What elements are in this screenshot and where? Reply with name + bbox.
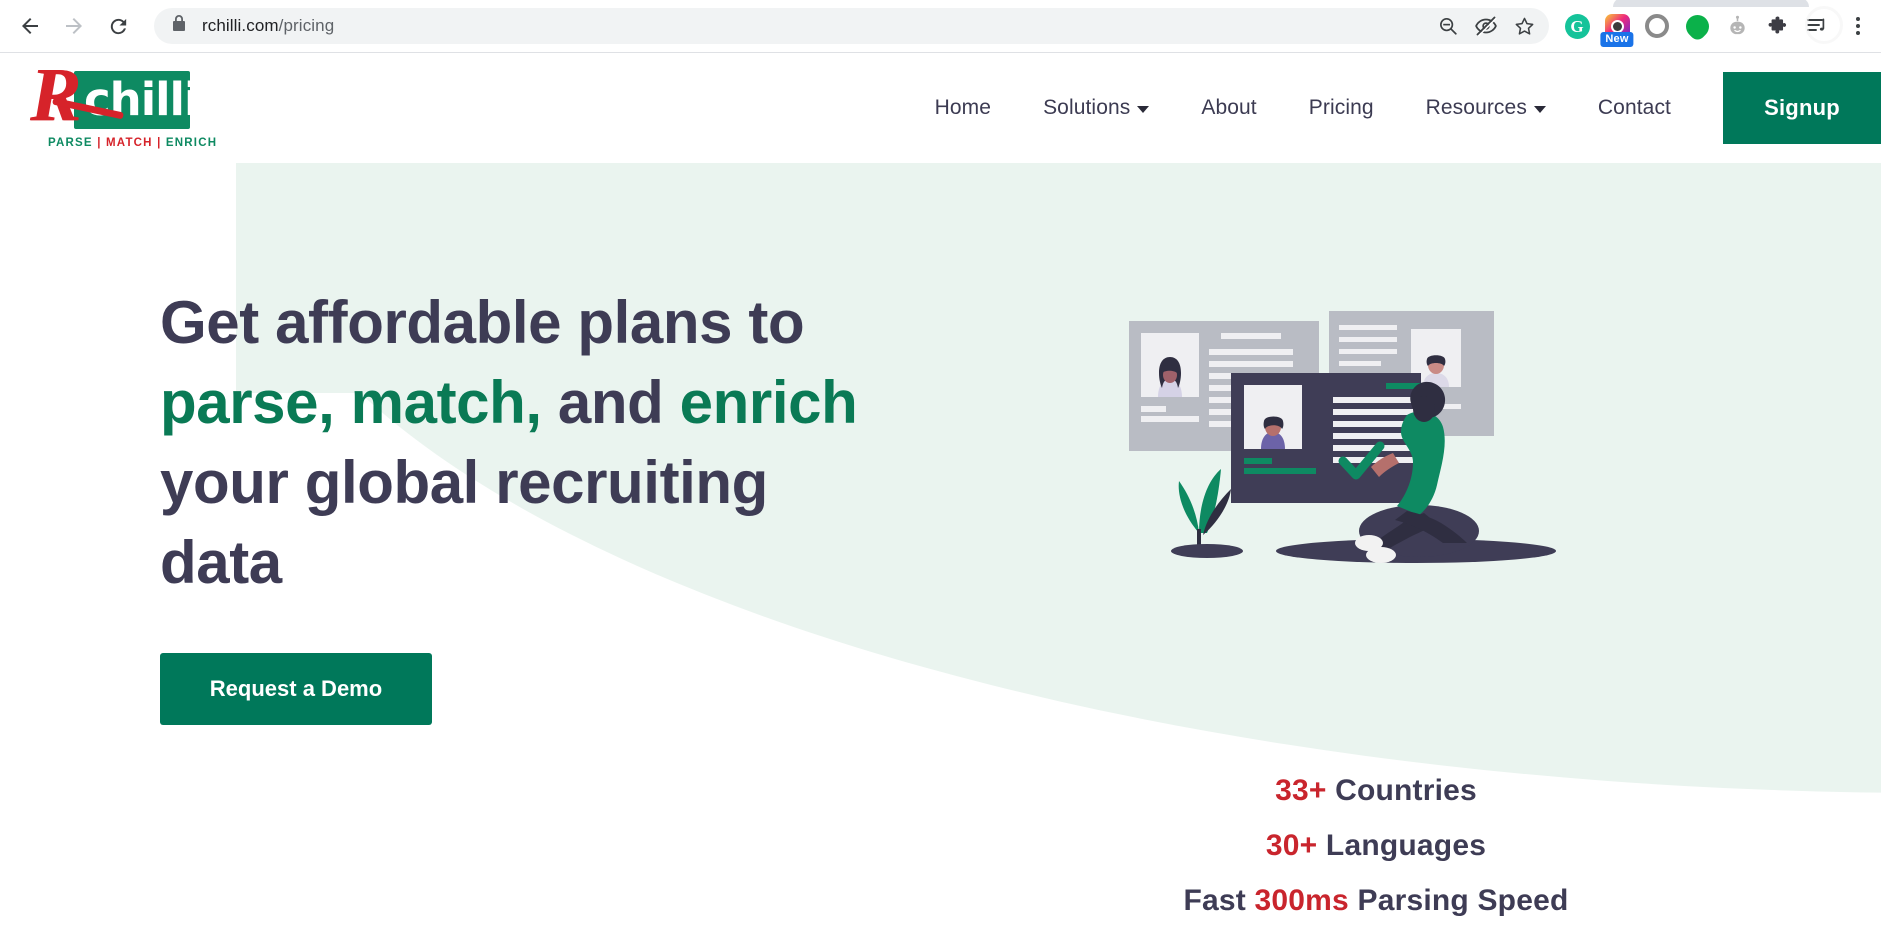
grammarly-extension-icon[interactable]: G xyxy=(1557,6,1597,46)
lock-icon xyxy=(172,15,186,37)
url-text: rchilli.com/pricing xyxy=(202,16,335,35)
back-arrow-icon xyxy=(18,14,42,38)
omnibox-action-icons xyxy=(1429,8,1543,44)
tagline-match: MATCH xyxy=(106,137,153,149)
tagline-parse: PARSE xyxy=(48,137,93,149)
robot-extension-icon[interactable] xyxy=(1717,6,1757,46)
reload-button[interactable] xyxy=(96,4,140,48)
reload-icon xyxy=(107,15,130,38)
nav-label-pricing: Pricing xyxy=(1308,96,1374,119)
tagline-separator-1: | xyxy=(97,137,102,149)
extension-icons: G New xyxy=(1557,6,1841,47)
stat-languages-label: Languages xyxy=(1317,829,1487,862)
new-badge: New xyxy=(1600,31,1634,47)
stat-speed-prefix: Fast xyxy=(1183,884,1255,917)
hero-title-highlight-parse-match: parse, match, xyxy=(160,369,542,436)
stat-languages: 30+ Languages xyxy=(961,818,1791,873)
grammarly-glyph: G xyxy=(1564,13,1590,39)
signup-button[interactable]: Signup xyxy=(1723,72,1881,144)
stat-countries-label: Countries xyxy=(1326,774,1477,807)
ring-extension-icon[interactable] xyxy=(1637,6,1677,46)
page-title: Get affordable plans to parse, match, an… xyxy=(160,283,900,603)
nav-item-resources[interactable]: Resources xyxy=(1400,96,1572,120)
hero-visual-column: 33+ Countries 30+ Languages Fast 300ms P… xyxy=(961,163,1881,949)
web-page: chilli R PARSE | MATCH | ENRICH Home Sol… xyxy=(0,53,1881,949)
stat-speed-number: 300ms xyxy=(1254,884,1349,917)
resume-card-front-dark xyxy=(1231,373,1432,503)
green-location-pin-extension-icon[interactable] xyxy=(1677,6,1717,46)
browser-toolbar: rchilli.com/pricing G New xyxy=(0,0,1881,53)
puzzle-extensions-icon[interactable] xyxy=(1757,6,1797,46)
forward-button xyxy=(52,4,96,48)
logo-mark: chilli R xyxy=(22,57,199,133)
three-dots-menu-icon[interactable] xyxy=(1841,17,1875,35)
logo-tagline: PARSE | MATCH | ENRICH xyxy=(48,137,217,149)
stat-parsing-speed: Fast 300ms Parsing Speed xyxy=(961,873,1791,928)
back-button[interactable] xyxy=(8,4,52,48)
nav-item-solutions[interactable]: Solutions xyxy=(1017,96,1175,120)
request-a-demo-button[interactable]: Request a Demo xyxy=(160,653,432,725)
hero-title-part3: your global recruiting data xyxy=(160,449,768,596)
chrome-profile-watermark xyxy=(1805,6,1843,44)
chevron-down-icon xyxy=(1137,106,1150,113)
stat-languages-number: 30+ xyxy=(1265,829,1318,862)
site-header: chilli R PARSE | MATCH | ENRICH Home Sol… xyxy=(0,53,1881,163)
forward-arrow-icon xyxy=(62,14,86,38)
hero-title-highlight-enrich: enrich xyxy=(679,369,858,436)
nav-label-home: Home xyxy=(934,96,992,119)
hero-title-part2: and xyxy=(541,369,680,436)
hero-section: Get affordable plans to parse, match, an… xyxy=(0,163,1881,949)
logo-letter-r: R xyxy=(30,53,81,137)
nav-item-about[interactable]: About xyxy=(1175,96,1282,120)
bookmark-star-icon[interactable] xyxy=(1505,8,1543,44)
stat-countries: 33+ Countries xyxy=(961,763,1791,818)
stat-countries-number: 33+ xyxy=(1275,774,1327,807)
nav-item-home[interactable]: Home xyxy=(909,96,1017,120)
nav-item-contact[interactable]: Contact xyxy=(1572,96,1697,120)
nav-label-about: About xyxy=(1201,96,1257,119)
tagline-separator-2: | xyxy=(157,137,162,149)
resume-parsing-illustration xyxy=(1111,303,1671,643)
chevron-down-icon xyxy=(1533,106,1546,113)
nav-label-solutions: Solutions xyxy=(1043,96,1131,119)
logo-wordmark: chilli xyxy=(84,73,199,126)
address-bar[interactable]: rchilli.com/pricing xyxy=(154,8,1549,44)
zoom-out-icon[interactable] xyxy=(1429,8,1467,44)
stat-speed-label: Parsing Speed xyxy=(1348,884,1569,917)
nav-item-pricing[interactable]: Pricing xyxy=(1283,96,1400,120)
eye-slash-icon[interactable] xyxy=(1467,8,1505,44)
hero-text-column: Get affordable plans to parse, match, an… xyxy=(160,283,900,725)
rchilli-logo[interactable]: chilli R PARSE | MATCH | ENRICH xyxy=(22,57,216,159)
tagline-enrich: ENRICH xyxy=(165,137,218,149)
main-navigation: Home Solutions About Pricing Resources C… xyxy=(909,53,1881,163)
instagram-extension-icon[interactable]: New xyxy=(1597,6,1637,47)
nav-label-contact: Contact xyxy=(1597,96,1671,119)
nav-label-resources: Resources xyxy=(1425,96,1527,119)
hero-title-part1: Get affordable plans to xyxy=(160,289,805,356)
hero-stats-list: 33+ Countries 30+ Languages Fast 300ms P… xyxy=(961,763,1791,928)
